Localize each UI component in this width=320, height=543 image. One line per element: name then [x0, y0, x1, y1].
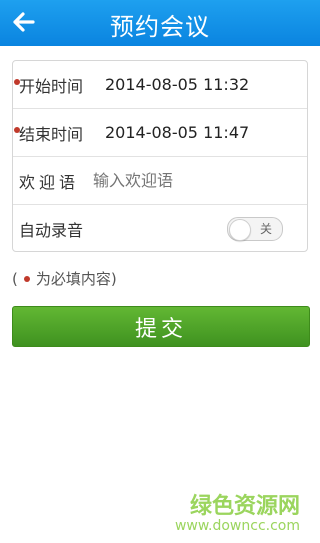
welcome-row: 欢迎语 [13, 157, 307, 205]
meeting-form: 开始时间 2014-08-05 11:32 结束时间 2014-08-05 11… [12, 60, 308, 252]
auto-record-label: 自动录音 [19, 220, 84, 240]
welcome-label: 欢迎语 [19, 172, 80, 192]
welcome-input[interactable] [93, 171, 293, 190]
top-bar: 预约会议 [0, 0, 320, 46]
start-time-label: 开始时间 [19, 76, 84, 96]
start-time-value[interactable]: 2014-08-05 11:32 [105, 75, 249, 94]
required-note-text: 为必填内容) [35, 270, 117, 288]
watermark-brand: 绿色资源网 [189, 494, 300, 519]
auto-record-toggle[interactable]: 关 [227, 217, 283, 241]
submit-button[interactable]: 提交 [12, 306, 310, 347]
required-note: ( 为必填内容) [12, 268, 117, 289]
watermark-url: www.downcc.com [174, 518, 300, 534]
end-time-value[interactable]: 2014-08-05 11:47 [105, 123, 249, 142]
toggle-off-text: 关 [259, 222, 272, 236]
required-note-open: ( [12, 269, 18, 288]
auto-record-row: 自动录音 关 [13, 205, 307, 252]
watermark: 绿色资源网 www.downcc.com [175, 488, 300, 534]
required-icon [23, 275, 30, 282]
end-time-row[interactable]: 结束时间 2014-08-05 11:47 [13, 109, 307, 157]
page-title: 预约会议 [110, 13, 210, 41]
end-time-label: 结束时间 [19, 124, 84, 144]
toggle-knob [229, 219, 251, 241]
start-time-row[interactable]: 开始时间 2014-08-05 11:32 [13, 61, 307, 109]
